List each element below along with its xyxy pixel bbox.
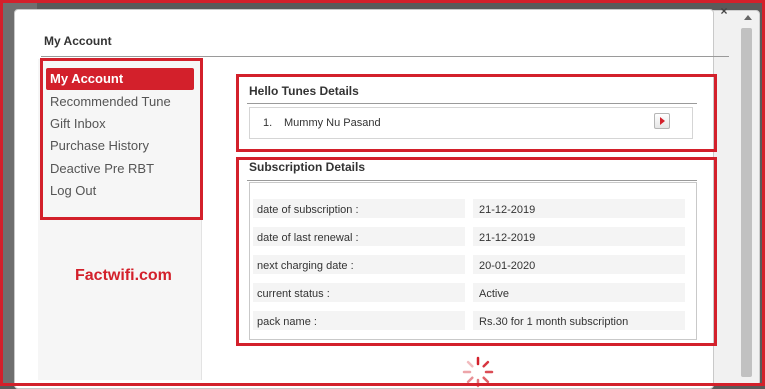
- subscription-row-value: Active: [479, 288, 509, 300]
- sidebar-item-recommended-tune[interactable]: Recommended Tune: [46, 91, 194, 113]
- subscription-row-value: 21-12-2019: [479, 232, 536, 244]
- scrollbar-thumb[interactable]: [741, 28, 752, 377]
- watermark-text: Factwifi.com: [75, 267, 172, 284]
- play-icon[interactable]: [654, 113, 670, 129]
- page-title: My Account: [44, 34, 112, 48]
- sidebar-item-deactive-pre-rbt[interactable]: Deactive Pre RBT: [46, 158, 194, 180]
- tune-name: Mummy Nu Pasand: [284, 117, 381, 129]
- subscription-row-label: next charging date :: [257, 260, 354, 272]
- subscription-row-label: date of subscription :: [257, 204, 359, 216]
- sidebar-item-gift-inbox[interactable]: Gift Inbox: [46, 113, 194, 135]
- header-divider: [41, 56, 729, 57]
- hello-tunes-divider: [247, 103, 697, 104]
- subscription-row-value: Rs.30 for 1 month subscription: [479, 316, 629, 328]
- hello-tunes-title: Hello Tunes Details: [249, 84, 359, 98]
- subscription-row-label: pack name :: [257, 316, 317, 328]
- subscription-title: Subscription Details: [249, 160, 366, 174]
- subscription-row-value: 20-01-2020: [479, 260, 536, 272]
- tune-number: 1.: [263, 117, 273, 129]
- subscription-row-value: 21-12-2019: [479, 204, 536, 216]
- close-icon[interactable]: ×: [717, 4, 731, 18]
- sidebar-item-my-account[interactable]: My Account: [46, 68, 194, 90]
- loading-spinner-icon: [462, 356, 494, 388]
- subscription-divider: [247, 180, 697, 181]
- scroll-up-arrow-icon[interactable]: [743, 14, 753, 22]
- sidebar-item-log-out[interactable]: Log Out: [46, 180, 194, 202]
- sidebar-item-purchase-history[interactable]: Purchase History: [46, 135, 194, 157]
- subscription-row-label: date of last renewal :: [257, 232, 359, 244]
- subscription-row-label: current status :: [257, 288, 330, 300]
